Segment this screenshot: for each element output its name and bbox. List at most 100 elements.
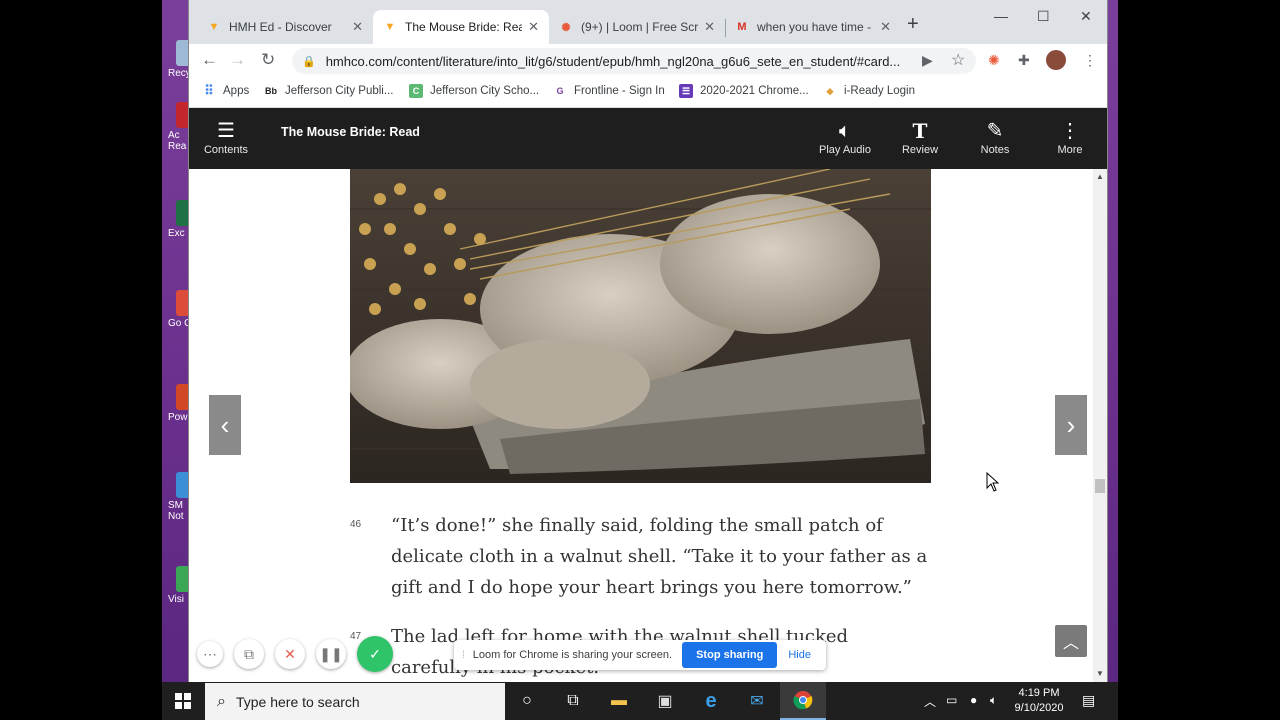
close-tab-icon[interactable]: ✕ (704, 19, 715, 35)
vertical-scrollbar[interactable]: ▲ ▼ (1093, 169, 1107, 682)
windows-taskbar: ⌕ Type here to search ○ ⧉ ▬ ▣ e ✉ ︿ ▭ ● … (162, 682, 1118, 720)
tab-loom[interactable]: ✺ (9+) | Loom | Free Scre ✕ (549, 10, 725, 44)
loom-sharing-banner: ⁞ Loom for Chrome is sharing your screen… (454, 640, 826, 670)
new-tab-button[interactable]: + (907, 13, 919, 36)
mail-icon[interactable]: ✉ (734, 682, 780, 720)
bookmark-jefferson-city-public[interactable]: Bb Jefferson City Publi... (264, 84, 393, 98)
hmh-shield-icon: ▼ (208, 21, 220, 33)
reload-icon[interactable]: ↻ (261, 50, 275, 70)
chevron-right-icon: › (1066, 409, 1076, 440)
bookmarks-bar: ⠿ Apps Bb Jefferson City Publi... C Jeff… (189, 78, 1107, 108)
search-icon: ⌕ (217, 692, 226, 710)
bookmark-jefferson-city-schools[interactable]: C Jefferson City Scho... (409, 84, 539, 98)
lock-icon: 🔒 (302, 55, 316, 68)
microsoft-store-icon[interactable]: ▣ (642, 682, 688, 720)
review-button[interactable]: T Review (890, 118, 950, 156)
browser-toolbar: ← → ↻ 🔒 hmhco.com/content/literature/int… (189, 44, 1107, 78)
volume-icon[interactable]: 🔈︎ (990, 693, 997, 708)
close-window-button[interactable]: ✕ (1080, 8, 1092, 25)
gmail-icon: M (737, 21, 747, 33)
action-center-icon[interactable]: ▤ (1082, 692, 1095, 709)
stop-sharing-button[interactable]: Stop sharing (682, 642, 778, 668)
mouse-cursor-icon (986, 472, 1000, 492)
loom-icon: ✺ (561, 21, 571, 34)
tab-strip: ▼ HMH Ed - Discover ✕ ▼ The Mouse Bride:… (189, 0, 1107, 44)
chrome-menu-icon[interactable]: ⋮ (1083, 52, 1097, 69)
scrollbar-thumb[interactable] (1095, 479, 1105, 493)
text-t-icon: T (912, 119, 928, 143)
tab-gmail[interactable]: M when you have time - t ✕ (725, 10, 901, 44)
blackboard-icon: Bb (265, 86, 277, 96)
book-title: The Mouse Bride: Read (281, 125, 420, 139)
profile-avatar[interactable] (1046, 50, 1066, 70)
finish-recording-check-icon[interactable]: ✓ (357, 636, 393, 672)
previous-page-button[interactable]: ‹ (209, 395, 241, 455)
next-page-button[interactable]: › (1055, 395, 1087, 455)
tab-mouse-bride-read[interactable]: ▼ The Mouse Bride: Read ✕ (373, 10, 549, 44)
start-button[interactable] (162, 682, 204, 720)
drag-handle-icon[interactable]: ⁞ (462, 650, 465, 661)
more-button[interactable]: ⋮ More (1040, 118, 1100, 156)
tab-hmh-ed-discover[interactable]: ▼ HMH Ed - Discover ✕ (197, 10, 373, 44)
address-bar[interactable]: 🔒 hmhco.com/content/literature/into_lit/… (292, 48, 976, 74)
iready-cube-icon: ◆ (826, 85, 834, 96)
task-view-icon[interactable]: ⧉ (550, 682, 596, 720)
network-icon[interactable]: ▭ (946, 693, 957, 707)
maximize-button[interactable]: ☐ (1037, 8, 1050, 25)
loom-recording-controls: ⋯ ⧉ ✕ ❚❚ ✓ (197, 636, 404, 672)
back-arrow-icon[interactable]: ← (201, 50, 218, 70)
speaker-icon: 🔈︎ (839, 120, 851, 142)
close-tab-icon[interactable]: ✕ (352, 19, 363, 35)
camera-toggle-icon[interactable]: ⧉ (234, 639, 264, 669)
screen: Recy Ac Rea Exc Go Ch Pow 2 SM Not Visi (0, 0, 1280, 720)
reader-header: ☰ Contents The Mouse Bride: Read 🔈︎ Play… (189, 108, 1107, 169)
paragraph-46: “It’s done!” she finally said, folding t… (391, 515, 928, 598)
paragraph-number: 46 (350, 519, 362, 530)
extensions-puzzle-icon[interactable]: ✚ (1018, 52, 1030, 69)
reader-content: ‹ › 46 “It’s done!” she finally said, fo… (189, 169, 1093, 682)
taskbar-search-box[interactable]: ⌕ Type here to search (205, 683, 505, 720)
forward-arrow-icon[interactable]: → (229, 50, 246, 70)
star-icon[interactable]: ☆ (951, 50, 965, 70)
cancel-recording-icon[interactable]: ✕ (275, 639, 305, 669)
play-audio-button[interactable]: 🔈︎ Play Audio (815, 118, 875, 156)
forms-icon: ☰ (679, 84, 693, 98)
file-explorer-icon[interactable]: ▬ (596, 682, 642, 720)
flax-linen-photo (350, 169, 931, 483)
edit-note-icon: ✎ (986, 120, 1004, 142)
notes-button[interactable]: ✎ Notes (965, 118, 1025, 156)
camera-icon[interactable]: ▶ (922, 52, 933, 69)
sharing-message: Loom for Chrome is sharing your screen. (472, 649, 673, 661)
chrome-logo-icon (793, 691, 813, 710)
more-vertical-icon: ⋮ (1060, 120, 1080, 142)
loom-extension-icon[interactable]: ✺ (988, 52, 1000, 69)
minimize-button[interactable]: — (994, 8, 1008, 24)
clock-date: 9/10/2020 (1014, 702, 1064, 714)
edge-icon[interactable]: e (688, 682, 734, 720)
bookmark-chrome-2020-2021[interactable]: ☰ 2020-2021 Chrome... (679, 84, 809, 98)
more-horizontal-icon[interactable]: ⋯ (197, 641, 223, 667)
scroll-to-top-button[interactable]: ︿ (1055, 625, 1087, 657)
frontline-icon: G (556, 86, 564, 96)
url-text: hmhco.com/content/literature/into_lit/g6… (325, 53, 901, 69)
cortana-icon[interactable]: ○ (504, 682, 550, 720)
scroll-up-arrow-icon[interactable]: ▲ (1096, 172, 1104, 181)
scroll-down-arrow-icon[interactable]: ▼ (1096, 669, 1104, 678)
chrome-taskbar-icon[interactable] (780, 682, 826, 720)
clock-time: 4:19 PM (1018, 687, 1060, 699)
microphone-icon[interactable]: ● (970, 693, 977, 707)
close-tab-icon[interactable]: ✕ (880, 19, 891, 35)
chrome-window: ▼ HMH Ed - Discover ✕ ▼ The Mouse Bride:… (189, 0, 1107, 682)
hmh-shield-icon: ▼ (384, 21, 396, 33)
bookmark-iready[interactable]: ◆ i-Ready Login (823, 84, 915, 98)
taskbar-clock[interactable]: 4:19 PM 9/10/2020 (1008, 686, 1070, 716)
show-hidden-icons-chevron-icon[interactable]: ︿ (924, 693, 936, 710)
contents-button[interactable]: ☰ Contents (196, 118, 256, 156)
chevron-left-icon: ‹ (220, 409, 230, 440)
pause-icon[interactable]: ❚❚ (316, 639, 346, 669)
bookmark-frontline[interactable]: G Frontline - Sign In (553, 84, 664, 98)
bookmark-apps[interactable]: ⠿ Apps (202, 83, 249, 98)
close-tab-icon[interactable]: ✕ (528, 19, 539, 35)
classlink-icon: C (409, 84, 423, 98)
hide-button[interactable]: Hide (788, 649, 811, 661)
